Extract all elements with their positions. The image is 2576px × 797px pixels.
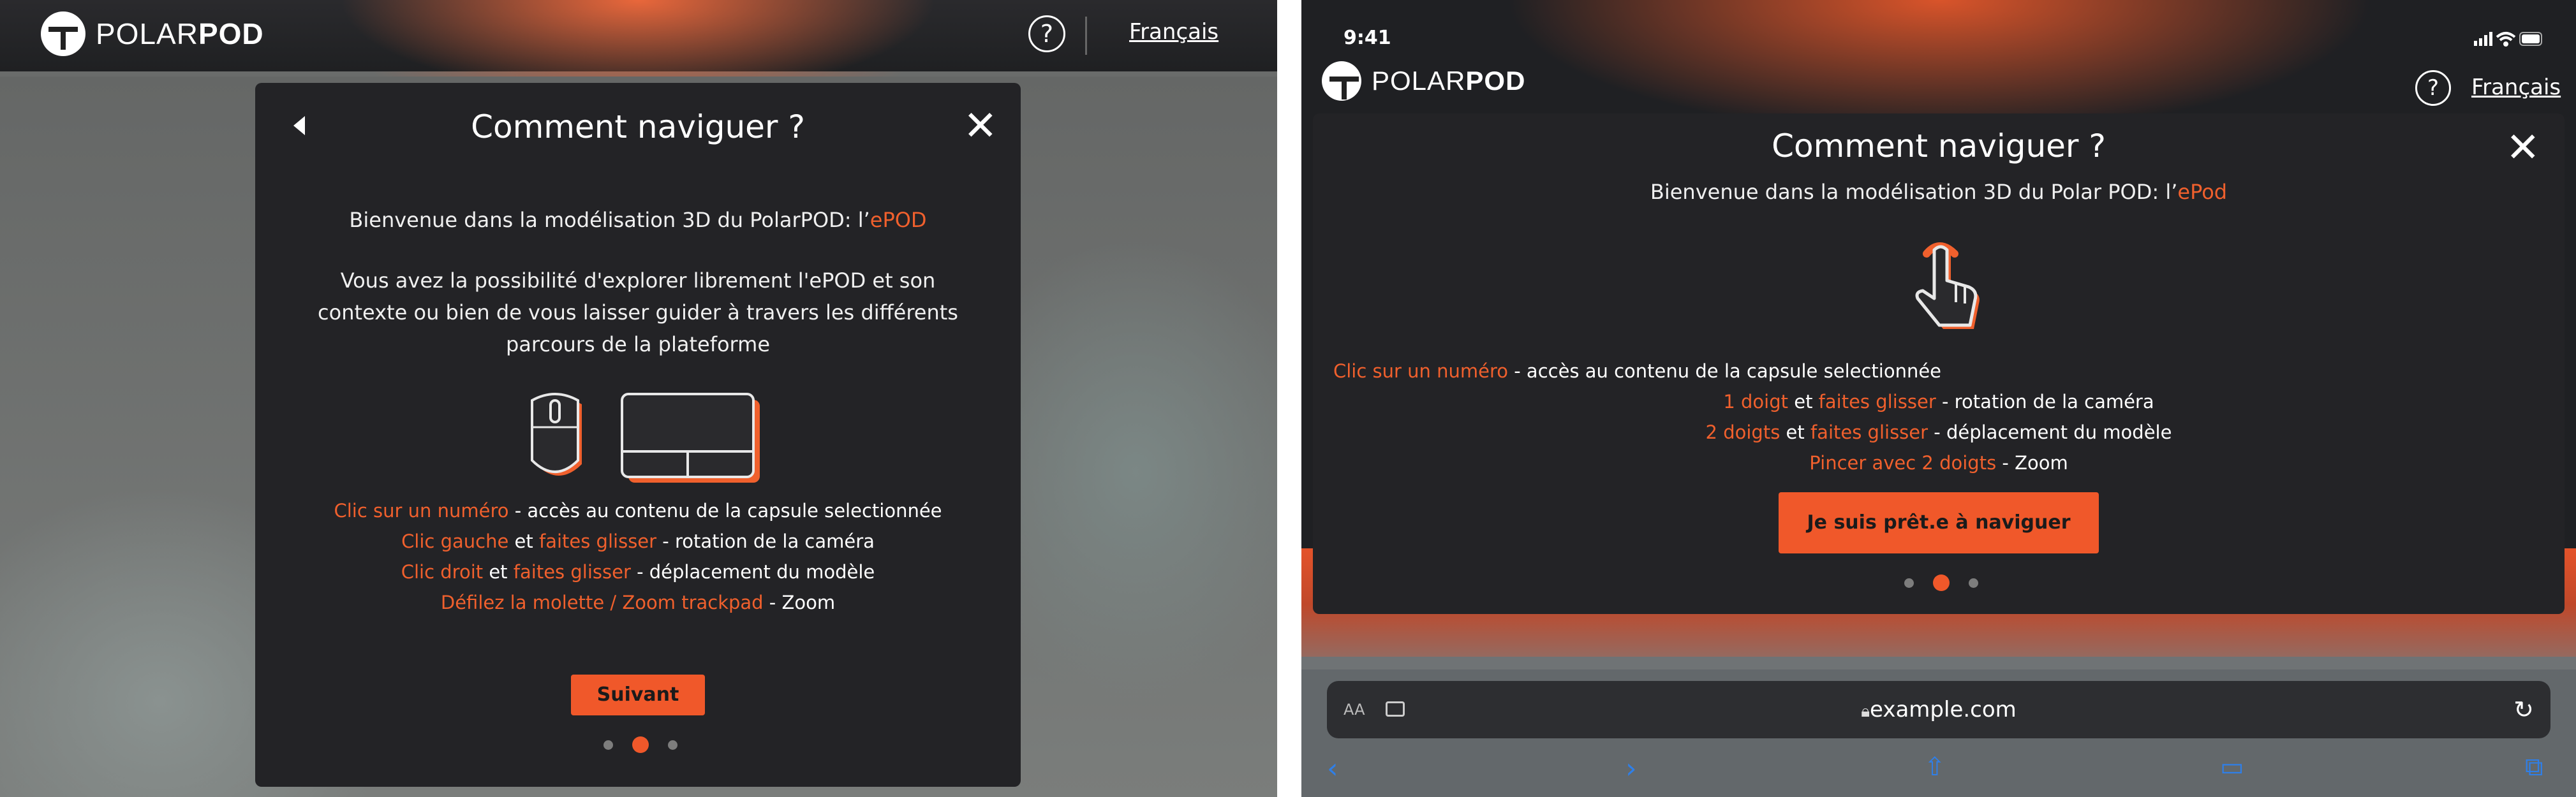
instruction-line: Clic sur un numéro - accès au contenu de… xyxy=(334,500,942,522)
url-text: 🔒︎example.com xyxy=(1861,697,2017,722)
polarpod-logo-icon xyxy=(41,11,85,56)
pagination-dot[interactable] xyxy=(603,740,613,750)
polarpod-logo-icon xyxy=(1322,61,1361,101)
next-button[interactable]: Suivant xyxy=(571,675,705,715)
pagination-dot-active[interactable] xyxy=(1933,574,1950,591)
close-icon[interactable]: ✕ xyxy=(963,106,998,147)
pagination-dot[interactable] xyxy=(668,740,677,750)
question-circle-icon[interactable]: ? xyxy=(1028,15,1065,52)
intro-text: Vous avez la possibilité d'explorer libr… xyxy=(318,268,958,356)
reload-icon[interactable]: ↻ xyxy=(2513,681,2534,738)
signal-icon xyxy=(2474,32,2492,46)
modal-title: Comment naviguer ? xyxy=(1772,128,2106,165)
language-link[interactable]: Français xyxy=(2471,75,2561,100)
back-icon[interactable]: ‹ xyxy=(1327,752,1338,785)
forward-icon[interactable]: › xyxy=(1625,752,1637,785)
polarpod-logo[interactable]: POLARPOD xyxy=(1322,61,1525,101)
mouse-icon xyxy=(531,393,582,476)
address-bar[interactable]: AA 🔒︎example.com ↻ xyxy=(1327,681,2550,738)
brand-name: POLARPOD xyxy=(1372,66,1526,96)
bookmarks-icon[interactable]: ▭ xyxy=(2220,752,2244,782)
pagination-dots xyxy=(1904,574,1978,591)
mouse-trackpad-illustration xyxy=(531,393,760,483)
safari-toolbar: AA 🔒︎example.com ↻ ‹ › ⇧ ▭ ⧉ xyxy=(1301,669,2576,797)
wifi-icon xyxy=(2496,32,2516,47)
instruction-line: Pincer avec 2 doigts - Zoom xyxy=(1809,452,2068,474)
status-time: 9:41 xyxy=(1344,27,1391,49)
top-bar: POLARPOD ? Français xyxy=(0,0,1277,71)
pagination-dot[interactable] xyxy=(1969,578,1978,588)
ready-to-navigate-button[interactable]: Je suis prêt.e à naviguer xyxy=(1779,492,2099,553)
navigation-help-modal: Comment naviguer ? ✕ Bienvenue dans la m… xyxy=(1313,113,2565,614)
instruction-line: Défilez la molette / Zoom trackpad - Zoo… xyxy=(440,592,836,613)
status-icons xyxy=(2474,32,2542,47)
touch-gesture-icon xyxy=(1915,242,1980,329)
instruction-list: Clic sur un numéro - accès au contenu de… xyxy=(1313,356,2565,478)
welcome-text: Bienvenue dans la modélisation 3D du Pol… xyxy=(1650,180,2228,204)
instruction-line: Clic sur un numéro - accès au contenu de… xyxy=(1333,360,1942,382)
close-icon[interactable]: ✕ xyxy=(2506,128,2540,168)
desktop-screenshot: POLARPOD ? Français Comment naviguer ? ✕… xyxy=(0,0,1277,797)
tablet-screenshot: 9:41 POLARPOD ? Français Comment navigue… xyxy=(1301,0,2576,797)
instruction-line: 1 doigt et faites glisser - rotation de … xyxy=(1723,391,2154,413)
instruction-list: Clic sur un numéro - accès au contenu de… xyxy=(255,495,1021,618)
battery-icon xyxy=(2519,32,2542,46)
instruction-line: 2 doigts et faites glisser - déplacement… xyxy=(1705,421,2172,443)
instruction-line: Clic droit et faites glisser - déplaceme… xyxy=(401,561,875,583)
navigation-help-modal: Comment naviguer ? ✕ Bienvenue dans la m… xyxy=(255,83,1021,787)
tabs-icon[interactable]: ⧉ xyxy=(2525,752,2543,782)
welcome-text: Bienvenue dans la modélisation 3D du Pol… xyxy=(349,208,927,232)
brand-name: POLARPOD xyxy=(96,17,264,50)
lock-icon: 🔒︎ xyxy=(1861,702,1870,721)
pagination-dot-active[interactable] xyxy=(632,736,649,753)
instruction-line: Clic gauche et faites glisser - rotation… xyxy=(401,530,875,552)
pagination-dot[interactable] xyxy=(1904,578,1914,588)
polarpod-logo[interactable]: POLARPOD xyxy=(41,11,264,56)
modal-title: Comment naviguer ? xyxy=(471,108,805,145)
divider xyxy=(1085,17,1087,55)
pagination-dots xyxy=(603,736,677,753)
language-link[interactable]: Français xyxy=(1129,19,1218,45)
question-circle-icon[interactable]: ? xyxy=(2415,70,2451,106)
trackpad-icon xyxy=(621,393,760,483)
share-icon[interactable]: ⇧ xyxy=(1924,752,1946,782)
